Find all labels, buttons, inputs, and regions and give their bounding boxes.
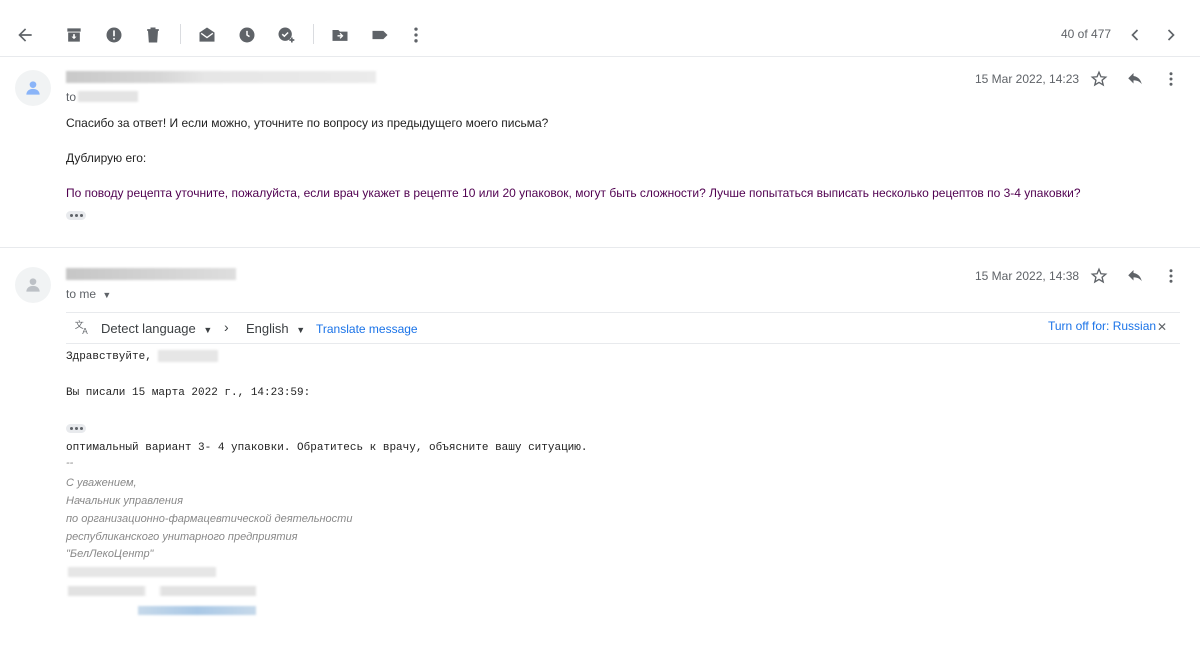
star-icon[interactable] — [1088, 265, 1110, 287]
show-trimmed-content-button[interactable] — [66, 424, 86, 433]
older-chevron-icon[interactable] — [1158, 22, 1184, 48]
newer-chevron-icon[interactable] — [1122, 22, 1148, 48]
detect-language-label: Detect language — [101, 321, 196, 336]
toolbar-divider — [313, 24, 314, 44]
pager-count: 40 of 477 — [1061, 27, 1112, 41]
signature-line: "БелЛекоЦентр" — [66, 548, 154, 560]
signature-line: Начальник управления — [66, 495, 183, 507]
signature-line: С уважением, — [66, 477, 137, 489]
caret-down-icon: ▼ — [102, 290, 112, 300]
message-date: 15 Mar 2022, 14:38 — [975, 269, 1080, 283]
show-trimmed-content-button[interactable] — [66, 211, 86, 220]
detect-language-dropdown[interactable]: Detect language ▼ — [101, 321, 212, 336]
avatar — [15, 70, 51, 106]
signature-separator: -- — [66, 457, 74, 469]
star-icon[interactable] — [1088, 68, 1110, 90]
sender-name-redacted — [66, 268, 236, 280]
turn-off-translation-link[interactable]: Turn off for: Russian — [1048, 319, 1156, 333]
message-body-line: Дублирую его: — [66, 151, 147, 165]
reply-icon[interactable] — [1124, 265, 1146, 287]
to-me-label: to me — [66, 287, 97, 301]
more-vert-icon[interactable] — [1160, 265, 1182, 287]
signature-redacted — [68, 586, 256, 596]
signature-line: республиканского унитарного предприятия — [66, 531, 298, 543]
recipient-details-toggle[interactable]: to me ▼ — [66, 287, 111, 301]
close-icon[interactable]: ✕ — [1157, 320, 1167, 334]
signature-line: по организационно-фармацевтической деяте… — [66, 513, 353, 525]
avatar — [15, 267, 51, 303]
more-vert-icon[interactable] — [1160, 68, 1182, 90]
recipient-redacted — [78, 91, 138, 102]
message-divider — [0, 247, 1200, 248]
recipient-name-redacted — [158, 350, 218, 362]
mark-unread-icon[interactable] — [194, 22, 220, 48]
move-to-icon[interactable] — [327, 22, 353, 48]
quoted-question: По поводу рецепта уточните, пожалуйста, … — [66, 186, 1081, 200]
label-icon[interactable] — [367, 22, 393, 48]
target-language-label: English — [246, 321, 289, 336]
caret-down-icon: ▼ — [203, 325, 213, 335]
quoted-header: Вы писали 15 марта 2022 г., 14:23:59: — [66, 387, 311, 399]
delete-icon[interactable] — [140, 22, 166, 48]
more-vert-icon[interactable] — [403, 22, 429, 48]
reply-text: оптимальный вариант 3- 4 упаковки. Обрат… — [66, 442, 588, 454]
email-link-redacted[interactable] — [138, 606, 256, 615]
translate-icon: 文A — [74, 318, 92, 339]
greeting-line: Здравствуйте, — [66, 351, 152, 363]
person-icon — [26, 81, 40, 95]
toolbar-divider — [180, 24, 181, 44]
back-arrow-icon[interactable] — [12, 22, 38, 48]
archive-icon[interactable] — [61, 22, 87, 48]
to-prefix: to — [66, 90, 77, 104]
translate-message-link[interactable]: Translate message — [316, 322, 418, 336]
target-language-dropdown[interactable]: English ▼ — [246, 321, 305, 336]
sender-name-redacted — [66, 71, 376, 83]
message-body-line: Спасибо за ответ! И если можно, уточните… — [66, 116, 549, 130]
report-spam-icon[interactable] — [101, 22, 127, 48]
translate-bar: 文A Detect language ▼ › English ▼ Transla… — [66, 312, 1180, 344]
recipient-line: to — [66, 90, 76, 104]
toolbar: 40 of 477 — [0, 0, 1200, 57]
add-task-icon[interactable] — [273, 22, 299, 48]
chevron-right-icon: › — [224, 319, 229, 335]
reply-icon[interactable] — [1124, 68, 1146, 90]
caret-down-icon: ▼ — [296, 325, 306, 335]
svg-text:A: A — [82, 327, 88, 336]
snooze-icon[interactable] — [234, 22, 260, 48]
person-icon — [26, 278, 40, 292]
signature-redacted — [68, 567, 216, 577]
message-date: 15 Mar 2022, 14:23 — [975, 72, 1080, 86]
